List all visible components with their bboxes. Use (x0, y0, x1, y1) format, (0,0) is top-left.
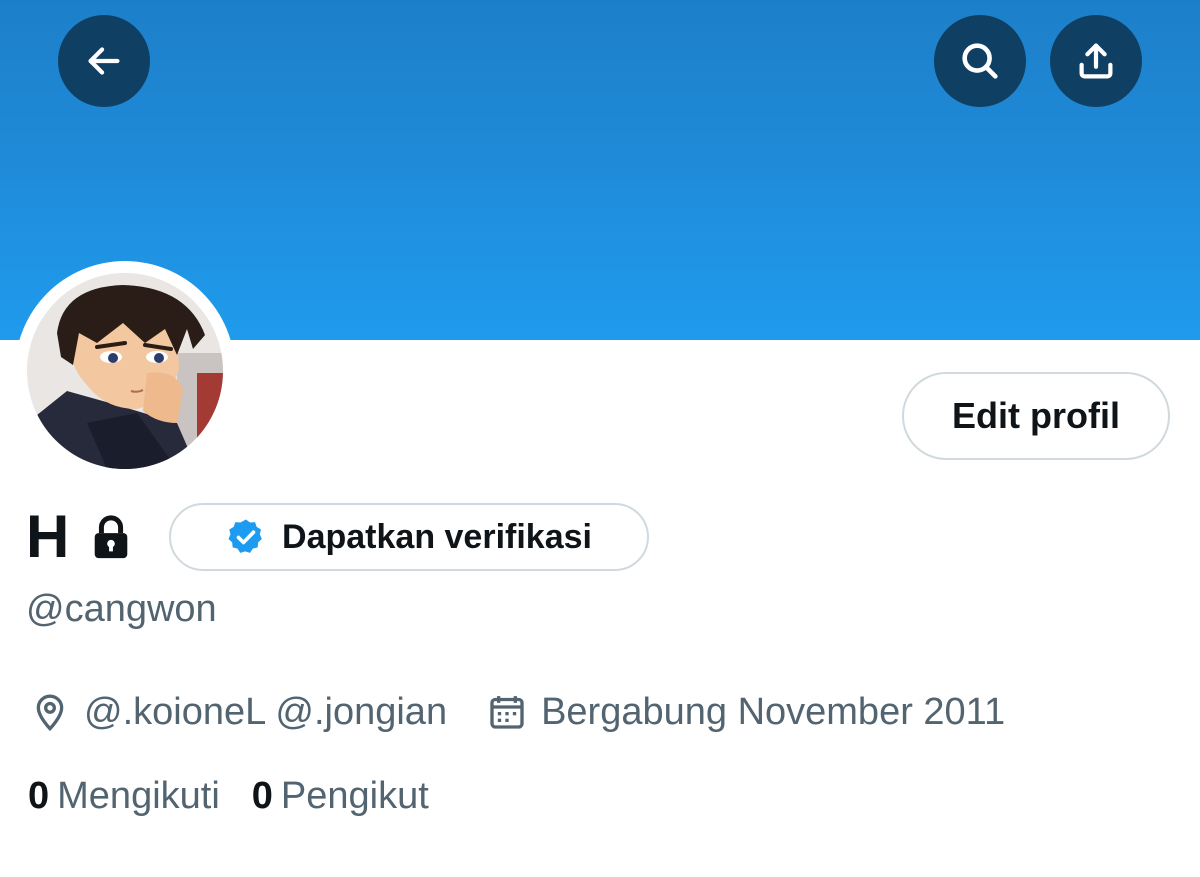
following-stat[interactable]: 0 Mengikuti (28, 775, 220, 818)
follow-stats: 0 Mengikuti 0 Pengikut (28, 772, 429, 820)
anime-character-avatar (27, 273, 223, 469)
profile-page: Edit profil H Dapatkan verifikasi @cangw… (0, 0, 1200, 877)
profile-meta: @.koioneL @.jongian Bergabung November 2… (30, 688, 1005, 736)
get-verified-button[interactable]: Dapatkan verifikasi (169, 503, 649, 571)
verified-badge-icon (226, 517, 266, 557)
avatar-image (27, 273, 223, 469)
search-button[interactable] (934, 15, 1026, 107)
followers-label: Pengikut (280, 774, 429, 817)
get-verified-label: Dapatkan verifikasi (282, 517, 592, 556)
search-icon (962, 43, 998, 79)
location-text[interactable]: @.koioneL @.jongian (84, 691, 447, 734)
username-handle: @cangwon (26, 588, 217, 630)
lock-icon (91, 514, 131, 560)
join-date-text: Bergabung November 2011 (541, 690, 1006, 733)
display-name: H (26, 503, 70, 570)
calendar-icon (487, 692, 527, 732)
edit-profile-button[interactable]: Edit profil (902, 372, 1170, 460)
followers-stat[interactable]: 0 Pengikut (252, 775, 429, 818)
location-pin-icon (30, 692, 70, 732)
avatar[interactable] (15, 261, 235, 481)
name-row: H (26, 500, 131, 574)
following-label: Mengikuti (57, 774, 220, 817)
share-upload-icon (1079, 43, 1113, 79)
following-count: 0 (28, 774, 50, 817)
followers-count: 0 (251, 774, 273, 817)
share-button[interactable] (1050, 15, 1142, 107)
arrow-left-icon (88, 47, 120, 75)
back-button[interactable] (58, 15, 150, 107)
edit-profile-label: Edit profil (952, 395, 1120, 436)
